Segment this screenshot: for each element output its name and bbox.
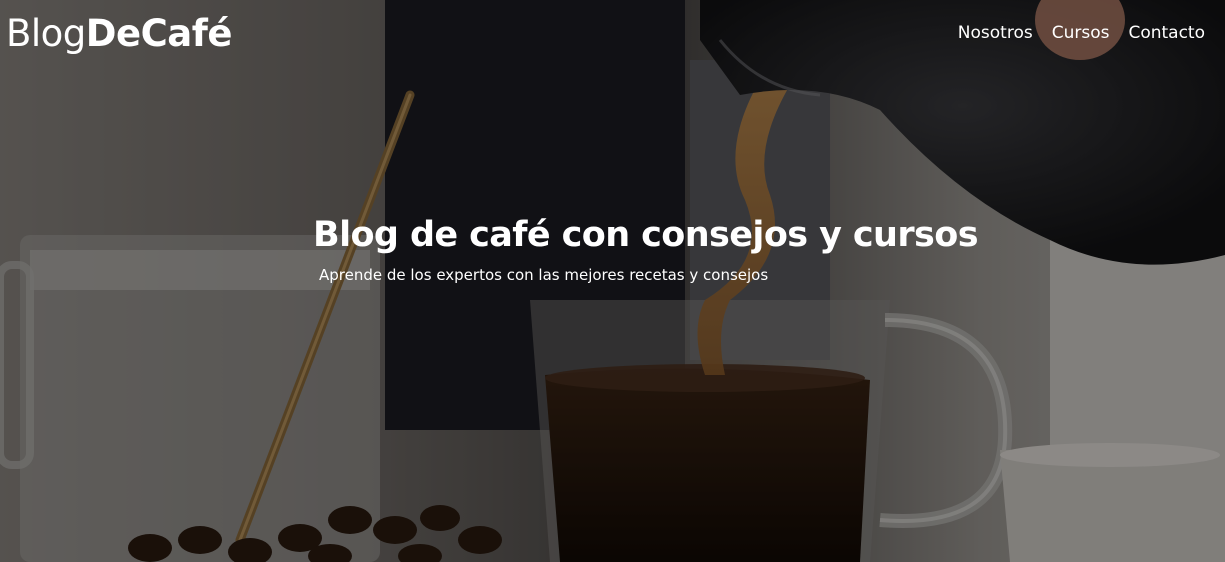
site-logo[interactable]: BlogDeCafé — [6, 10, 232, 58]
hero-subtitle: Aprende de los expertos con las mejores … — [319, 266, 769, 284]
main-navigation: Nosotros Cursos Contacto — [958, 22, 1205, 44]
nav-link-contacto[interactable]: Contacto — [1128, 22, 1205, 44]
nav-link-cursos[interactable]: Cursos — [1052, 22, 1110, 44]
nav-link-nosotros[interactable]: Nosotros — [958, 22, 1033, 44]
site-header: BlogDeCafé Nosotros Cursos Contacto — [0, 0, 1225, 70]
logo-text-bold: DeCafé — [85, 12, 233, 55]
logo-text-light: Blog — [6, 12, 86, 55]
hero-title: Blog de café con consejos y cursos — [313, 215, 979, 255]
hero-section: BlogDeCafé Nosotros Cursos Contacto Blog… — [0, 0, 1225, 562]
